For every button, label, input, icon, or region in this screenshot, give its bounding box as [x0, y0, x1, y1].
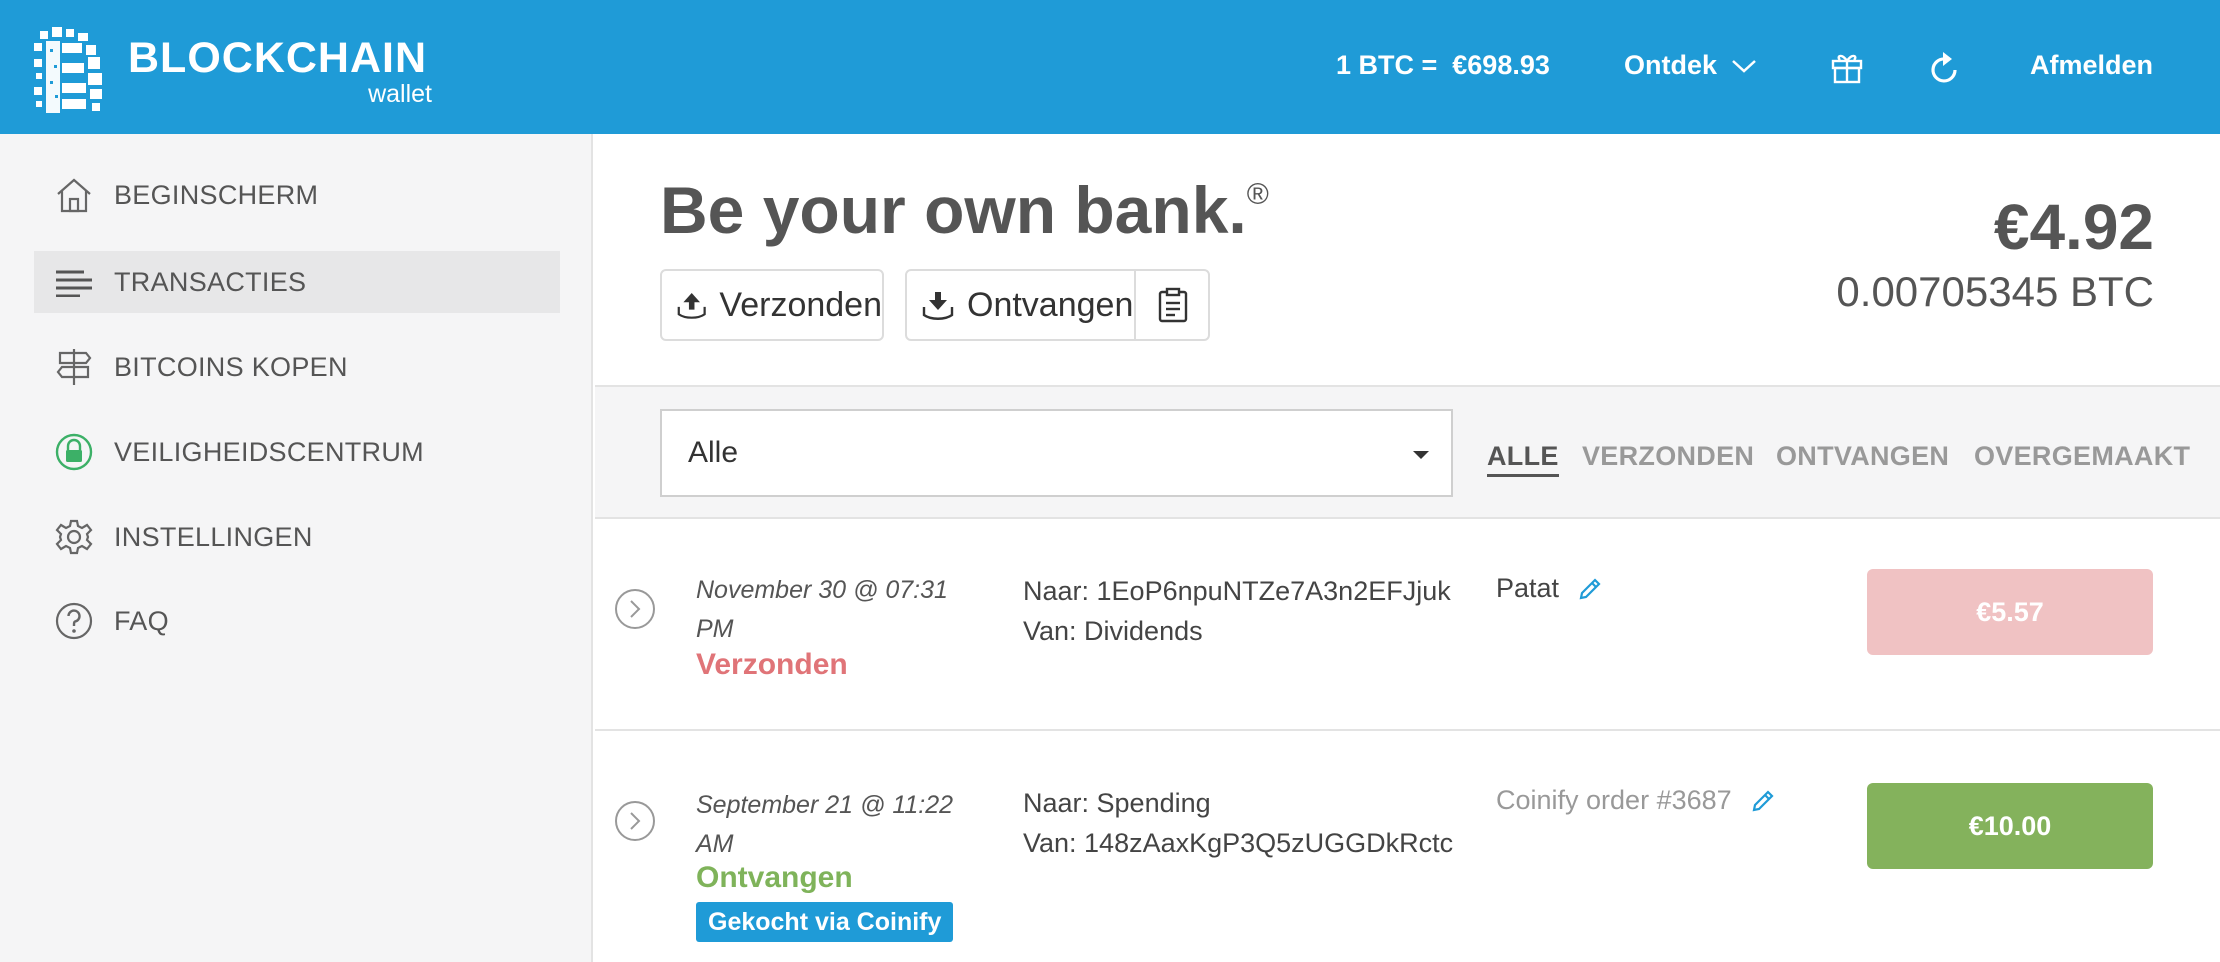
page-title: Be your own bank.®: [660, 172, 1269, 248]
sidebar-item-veiligheidscentrum[interactable]: VEILIGHEIDSCENTRUM: [34, 421, 560, 483]
gear-icon: [54, 517, 94, 557]
tx-amount-button[interactable]: €5.57: [1867, 569, 2153, 655]
sidebar-item-instellingen[interactable]: INSTELLINGEN: [34, 506, 560, 568]
filter-bar: Alle ALLE VERZONDEN ONTVANGEN OVERGEMAAK…: [595, 385, 2220, 519]
sidebar-item-transacties[interactable]: TRANSACTIES: [34, 251, 560, 313]
tx-status: Ontvangen: [696, 861, 853, 894]
refresh-icon[interactable]: [1928, 50, 1962, 88]
tx-from: Van: 148zAaxKgP3Q5zUGGDkRctc: [1023, 828, 1454, 858]
blockchain-logo-icon[interactable]: [32, 25, 108, 113]
tx-to: Naar: Spending: [1023, 788, 1211, 818]
sidebar-item-bitcoins-kopen[interactable]: BITCOINS KOPEN: [34, 336, 560, 398]
discover-label: Ontdek: [1624, 50, 1718, 80]
receive-button[interactable]: Ontvangen: [921, 286, 1133, 325]
home-icon: [54, 175, 94, 215]
lock-icon: [54, 432, 94, 472]
logo-subtitle: wallet: [368, 80, 432, 108]
send-label: Verzonden: [719, 285, 882, 324]
tx-date: November 30 @ 07:31 PM: [696, 576, 948, 643]
balance-fiat: €4.92: [1993, 191, 2154, 263]
sidebar-item-label: BEGINSCHERM: [114, 179, 319, 210]
table-row[interactable]: November 30 @ 07:31 PM Verzonden Naar: 1…: [595, 519, 2220, 731]
tx-note-text: Patat: [1496, 573, 1560, 603]
sidebar-item-label: INSTELLINGEN: [114, 521, 313, 552]
send-button[interactable]: Verzonden: [660, 269, 884, 341]
tx-to: Naar: 1EoP6npuNTZe7A3n2EFJjuk: [1023, 576, 1451, 606]
question-icon: [54, 601, 94, 641]
tab-overgemaakt[interactable]: OVERGEMAAKT: [1974, 441, 2190, 472]
receive-label: Ontvangen: [967, 285, 1134, 324]
expand-chevron-icon[interactable]: [615, 589, 655, 629]
wallet-select-value: Alle: [688, 436, 739, 469]
tagline-text: Be your own bank.: [660, 173, 1247, 247]
tab-alle[interactable]: ALLE: [1487, 441, 1559, 477]
pencil-icon[interactable]: [1750, 788, 1776, 814]
top-bar: BLOCKCHAIN wallet 1 BTC = €698.93 Ontdek…: [0, 0, 2220, 134]
tx-date: September 21 @ 11:22 AM: [696, 791, 954, 858]
tx-from: Van: Dividends: [1023, 616, 1203, 646]
chevron-down-icon: [1732, 59, 1756, 73]
gift-icon[interactable]: [1830, 50, 1864, 84]
sidebar-item-label: FAQ: [114, 605, 169, 636]
discover-menu[interactable]: Ontdek: [1624, 50, 1757, 81]
coinify-badge: Gekocht via Coinify: [696, 902, 954, 942]
tx-note-text: Coinify order #3687: [1496, 785, 1732, 815]
expand-chevron-icon[interactable]: [615, 801, 655, 841]
tab-ontvangen[interactable]: ONTVANGEN: [1776, 441, 1949, 472]
tx-status: Verzonden: [696, 648, 848, 681]
balance-btc: 0.00705345 BTC: [1836, 268, 2154, 315]
upload-icon: [677, 292, 706, 319]
button-divider: [1134, 271, 1136, 339]
caret-down-icon: [1413, 451, 1429, 459]
tx-note: Patat: [1496, 573, 1603, 604]
pencil-icon[interactable]: [1577, 576, 1603, 602]
sidebar: BEGINSCHERM TRANSACTIES BITCOINS KOPEN V…: [0, 134, 593, 962]
logout-button[interactable]: Afmelden: [2030, 50, 2153, 81]
sidebar-item-faq[interactable]: FAQ: [34, 590, 560, 652]
list-icon: [54, 262, 94, 302]
tab-verzonden[interactable]: VERZONDEN: [1582, 441, 1754, 472]
receive-button-group: Ontvangen: [905, 269, 1210, 341]
logo-title: BLOCKCHAIN: [128, 34, 428, 82]
table-row[interactable]: September 21 @ 11:22 AM Ontvangen Gekoch…: [595, 731, 2220, 962]
clipboard-icon[interactable]: [1157, 287, 1189, 323]
download-icon: [922, 292, 954, 320]
sidebar-item-label: VEILIGHEIDSCENTRUM: [114, 436, 424, 467]
exchange-rate: 1 BTC = €698.93: [1336, 50, 1550, 80]
tx-amount-button[interactable]: €10.00: [1867, 783, 2153, 869]
sidebar-item-label: BITCOINS KOPEN: [114, 351, 348, 382]
signpost-icon: [54, 347, 94, 387]
registered-mark: ®: [1246, 178, 1269, 211]
wallet-select[interactable]: Alle: [660, 409, 1453, 497]
sidebar-item-label: TRANSACTIES: [114, 266, 307, 297]
sidebar-item-beginscherm[interactable]: BEGINSCHERM: [34, 164, 560, 226]
tx-note: Coinify order #3687: [1496, 785, 1776, 816]
